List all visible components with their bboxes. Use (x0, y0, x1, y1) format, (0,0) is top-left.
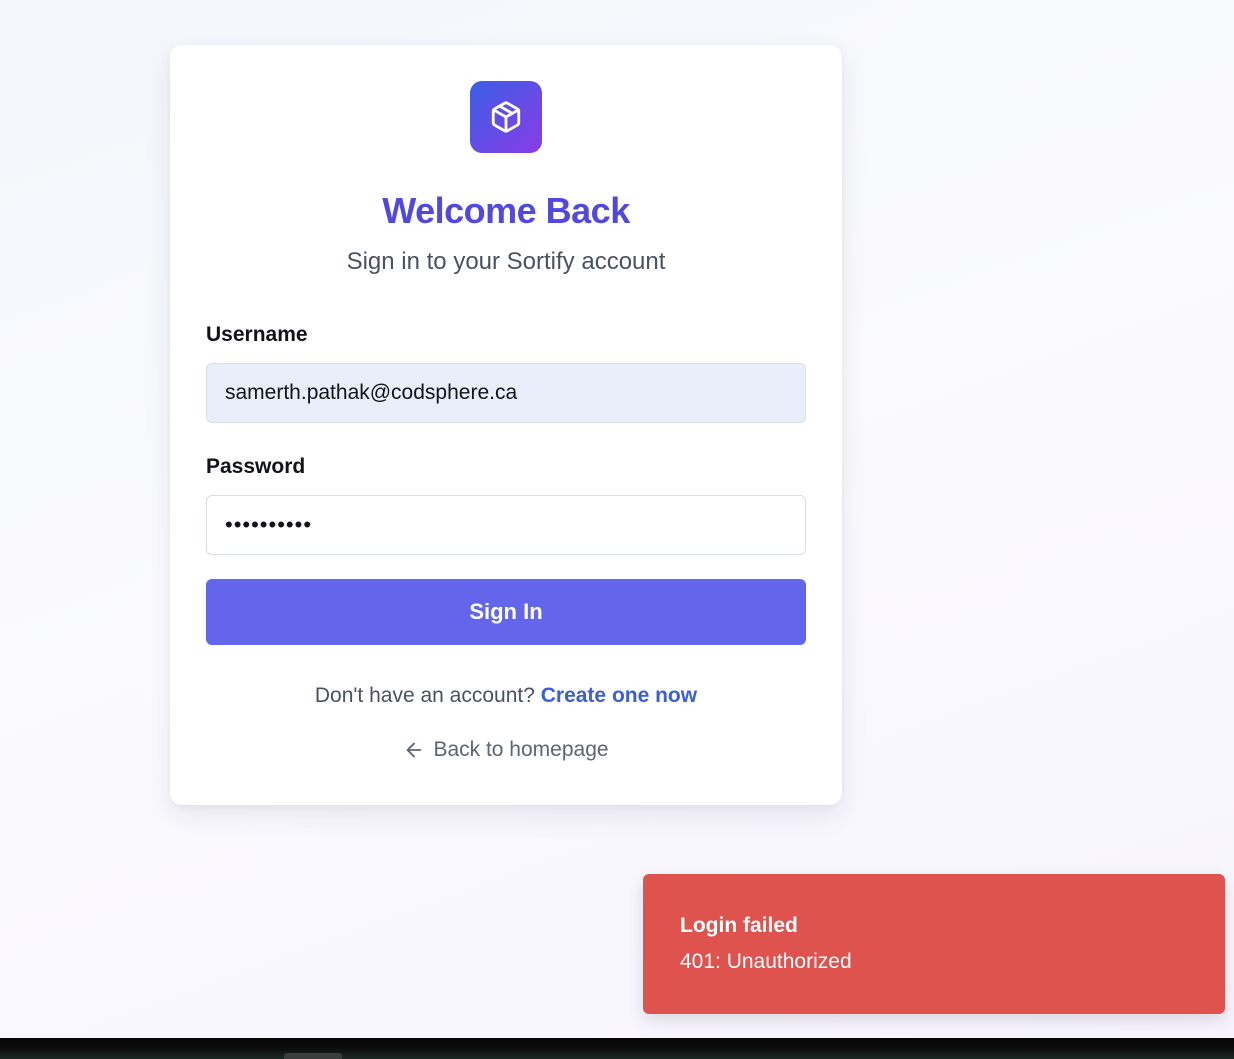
toast-message: 401: Unauthorized (680, 950, 852, 973)
create-account-link[interactable]: Create one now (541, 684, 697, 707)
arrow-left-icon (407, 742, 422, 758)
sign-in-button[interactable]: Sign In (206, 579, 806, 645)
page-subtitle: Sign in to your Sortify account (346, 248, 666, 275)
password-input[interactable] (206, 495, 806, 555)
page-title: Welcome Back (382, 190, 630, 231)
signup-prompt-row: Don't have an account? Create one now (170, 684, 842, 708)
back-to-homepage-label: Back to homepage (433, 738, 609, 761)
app-logo (470, 81, 542, 153)
error-toast[interactable]: Login failed 401: Unauthorized (643, 874, 1225, 1014)
taskbar (0, 1038, 1234, 1059)
username-input[interactable] (206, 363, 806, 423)
password-label: Password (206, 455, 306, 478)
taskbar-item[interactable] (284, 1053, 342, 1059)
back-to-homepage-link[interactable]: Back to homepage (170, 738, 842, 762)
toast-title: Login failed (680, 914, 798, 937)
username-label: Username (206, 323, 308, 346)
package-cube-icon (491, 101, 521, 133)
login-card: Welcome Back Sign in to your Sortify acc… (170, 45, 842, 805)
signup-prompt-text: Don't have an account? (314, 684, 535, 707)
